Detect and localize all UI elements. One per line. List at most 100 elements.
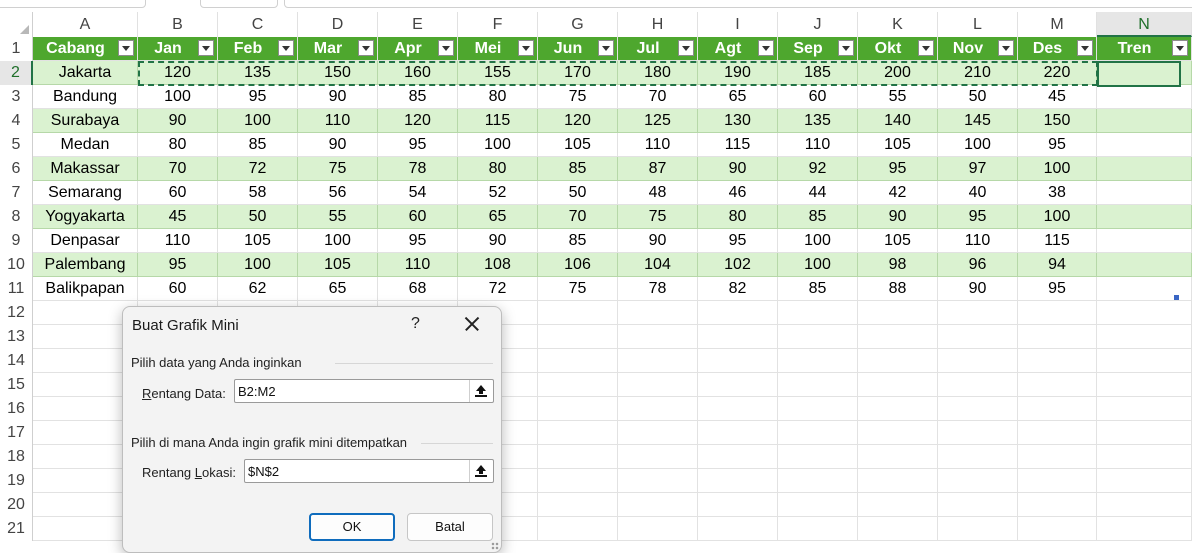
location-range-input[interactable] [248,462,458,480]
empty-cell[interactable] [618,373,698,397]
value-cell[interactable]: 95 [1018,133,1097,157]
empty-cell[interactable] [1097,469,1192,493]
empty-cell[interactable] [858,445,938,469]
empty-cell[interactable] [938,325,1018,349]
city-cell[interactable]: Palembang [33,253,138,277]
empty-cell[interactable] [938,469,1018,493]
empty-cell[interactable] [538,301,618,325]
filter-dropdown-icon[interactable] [918,40,934,56]
empty-cell[interactable] [1018,373,1097,397]
value-cell[interactable]: 120 [538,109,618,133]
empty-cell[interactable] [1018,301,1097,325]
row-header-3[interactable]: 3 [0,85,33,109]
value-cell[interactable]: 100 [138,85,218,109]
value-cell[interactable]: 110 [138,229,218,253]
value-cell[interactable]: 100 [1018,157,1097,181]
row-header-12[interactable]: 12 [0,301,33,325]
collapse-dialog-icon[interactable] [469,380,493,402]
value-cell[interactable]: 65 [458,205,538,229]
column-header-g[interactable]: G [538,12,618,37]
value-cell[interactable]: 46 [698,181,778,205]
value-cell[interactable]: 95 [938,205,1018,229]
value-cell[interactable]: 150 [1018,109,1097,133]
value-cell[interactable]: 95 [1018,277,1097,301]
value-cell[interactable]: 110 [378,253,458,277]
empty-cell[interactable] [778,325,858,349]
value-cell[interactable]: 150 [298,61,378,85]
header-cell-jan[interactable]: Jan [138,37,218,61]
active-cell-n2[interactable] [1097,61,1181,87]
trend-cell[interactable] [1097,85,1192,109]
empty-cell[interactable] [938,397,1018,421]
empty-cell[interactable] [858,373,938,397]
row-header-8[interactable]: 8 [0,205,33,229]
value-cell[interactable]: 100 [1018,205,1097,229]
value-cell[interactable]: 105 [858,229,938,253]
column-header-d[interactable]: D [298,12,378,37]
filter-dropdown-icon[interactable] [278,40,294,56]
value-cell[interactable]: 100 [778,229,858,253]
value-cell[interactable]: 75 [538,277,618,301]
value-cell[interactable]: 90 [618,229,698,253]
row-header-16[interactable]: 16 [0,397,33,421]
value-cell[interactable]: 62 [218,277,298,301]
value-cell[interactable]: 155 [458,61,538,85]
value-cell[interactable]: 90 [698,157,778,181]
value-cell[interactable]: 70 [618,85,698,109]
value-cell[interactable]: 90 [298,133,378,157]
value-cell[interactable]: 45 [138,205,218,229]
column-header-c[interactable]: C [218,12,298,37]
value-cell[interactable]: 45 [1018,85,1097,109]
value-cell[interactable]: 105 [858,133,938,157]
formula-controls[interactable] [200,0,278,8]
value-cell[interactable]: 75 [298,157,378,181]
filter-dropdown-icon[interactable] [678,40,694,56]
row-header-13[interactable]: 13 [0,325,33,349]
trend-cell[interactable] [1097,157,1192,181]
filter-dropdown-icon[interactable] [998,40,1014,56]
city-cell[interactable]: Denpasar [33,229,138,253]
filter-dropdown-icon[interactable] [518,40,534,56]
row-header-21[interactable]: 21 [0,517,33,541]
filter-dropdown-icon[interactable] [838,40,854,56]
value-cell[interactable]: 58 [218,181,298,205]
value-cell[interactable]: 78 [378,157,458,181]
empty-cell[interactable] [618,325,698,349]
row-header-20[interactable]: 20 [0,493,33,517]
empty-cell[interactable] [1018,469,1097,493]
header-cell-des[interactable]: Des [1018,37,1097,61]
value-cell[interactable]: 60 [778,85,858,109]
value-cell[interactable]: 95 [378,133,458,157]
location-range-field[interactable] [244,459,494,483]
value-cell[interactable]: 185 [778,61,858,85]
empty-cell[interactable] [698,301,778,325]
empty-cell[interactable] [1018,517,1097,541]
trend-cell[interactable] [1097,205,1192,229]
empty-cell[interactable] [618,301,698,325]
formula-bar[interactable] [284,0,1192,8]
trend-cell[interactable] [1097,133,1192,157]
value-cell[interactable]: 100 [458,133,538,157]
column-header-b[interactable]: B [138,12,218,37]
empty-cell[interactable] [778,397,858,421]
column-header-k[interactable]: K [858,12,938,37]
filter-dropdown-icon[interactable] [1077,40,1093,56]
value-cell[interactable]: 78 [618,277,698,301]
value-cell[interactable]: 170 [538,61,618,85]
value-cell[interactable]: 56 [298,181,378,205]
empty-cell[interactable] [938,493,1018,517]
empty-cell[interactable] [618,469,698,493]
empty-cell[interactable] [538,373,618,397]
value-cell[interactable]: 130 [698,109,778,133]
value-cell[interactable]: 75 [618,205,698,229]
empty-cell[interactable] [858,397,938,421]
data-range-field[interactable] [234,379,494,403]
data-range-input[interactable] [238,382,448,400]
header-cell-sep[interactable]: Sep [778,37,858,61]
value-cell[interactable]: 60 [138,181,218,205]
empty-cell[interactable] [1018,421,1097,445]
empty-cell[interactable] [538,349,618,373]
header-cell-okt[interactable]: Okt [858,37,938,61]
value-cell[interactable]: 75 [538,85,618,109]
value-cell[interactable]: 72 [218,157,298,181]
